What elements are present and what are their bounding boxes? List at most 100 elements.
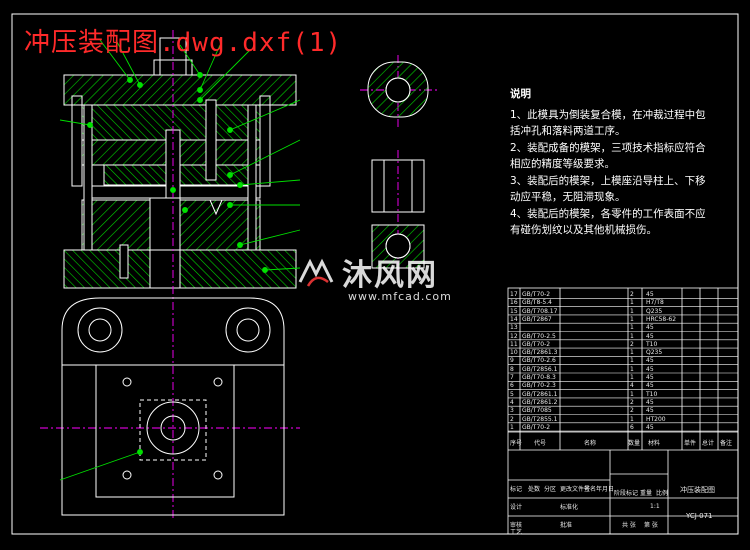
parts-cell: 2 (630, 407, 634, 415)
watermark-logo-icon (298, 258, 334, 287)
parts-cell: 1 (630, 299, 634, 307)
titleblock-label: 签名 (584, 486, 597, 493)
parts-cell: Q235 (646, 349, 663, 357)
parts-cell: H7/T8 (646, 299, 664, 307)
parts-cell: 1 (630, 390, 634, 398)
titleblock-label: 分区 (544, 486, 557, 493)
watermark-url: www.mfcad.com (348, 290, 452, 303)
parts-header-cell: 名称 (584, 440, 597, 447)
parts-cell: 4 (510, 398, 514, 406)
drawing-title: 冲压装配图.dwg.dxf(1) (24, 28, 343, 58)
parts-cell: 7 (510, 374, 514, 381)
parts-cell: 1 (510, 423, 514, 431)
parts-cell: GB/T8-5.4 (522, 299, 552, 307)
parts-cell: 45 (646, 382, 654, 390)
parts-cell: 6 (630, 423, 634, 431)
parts-header-cell: 数量 (628, 440, 641, 447)
parts-cell: 2 (630, 398, 634, 406)
parts-cell: 1 (630, 349, 634, 357)
parts-cell: 2 (630, 291, 634, 298)
parts-cell: 2 (510, 415, 514, 423)
watermark-brand: 沐风网 (342, 258, 438, 293)
parts-cell: GB/T2861.3 (522, 349, 558, 357)
parts-cell: 1 (630, 357, 634, 365)
parts-cell: 1 (630, 332, 634, 340)
parts-header-cell: 总计 (702, 440, 715, 447)
parts-cell: 45 (646, 374, 654, 381)
parts-cell: T10 (646, 390, 658, 398)
parts-cell: 45 (646, 407, 654, 415)
titleblock-label: 工艺 (510, 529, 523, 536)
parts-cell: GB/T70-2.5 (522, 332, 556, 340)
titleblock-label: 年月日 (596, 486, 615, 493)
parts-cell: GB/T2855.1 (522, 415, 558, 423)
parts-cell: 3 (510, 407, 514, 415)
parts-cell: GB/T2867 (522, 315, 552, 323)
parts-cell: 13 (510, 324, 518, 332)
parts-cell: 1 (630, 315, 634, 323)
parts-cell: 1 (630, 324, 634, 332)
parts-cell: 4 (630, 382, 634, 390)
titleblock-label: 比例 (656, 490, 669, 497)
parts-cell: Q235 (646, 307, 663, 315)
titleblock-label: 第 张 (644, 522, 658, 529)
titleblock-label: 设计 (510, 504, 523, 511)
parts-cell: 45 (646, 324, 654, 332)
titleblock-label: 标准化 (560, 504, 579, 511)
parts-cell: 12 (510, 332, 518, 340)
parts-cell: GB/T70-2.6 (522, 357, 556, 365)
parts-header-cell: 单件 (684, 440, 697, 447)
parts-header-cell: 代号 (534, 440, 547, 447)
technical-notes: 说明 1、此模具为倒装复合模，在冲裁过程中包括冲孔和落料两道工序。 2、装配成备… (510, 86, 710, 239)
parts-header-cell: 备注 (720, 440, 733, 447)
titleblock-label: 重量 (640, 490, 653, 497)
parts-cell: GB/T70-2 (522, 423, 551, 431)
parts-cell: HT200 (646, 415, 666, 423)
notes-heading: 说明 (510, 88, 531, 100)
parts-cell: 16 (510, 299, 518, 307)
drawing-scale: 1:1 (650, 503, 660, 510)
drawing-name: 冲压装配图 (680, 486, 715, 494)
titleblock-label: 标记 (510, 486, 523, 493)
note-line-2: 2、装配成备的模架，三项技术指标应符合相应的精度等级要求。 (510, 141, 706, 171)
parts-cell: GB/T2861.1 (522, 390, 558, 398)
parts-cell: 5 (510, 390, 514, 398)
parts-cell: GB/T2861.2 (522, 398, 558, 406)
parts-cell: 1 (630, 307, 634, 315)
parts-cell: 1 (630, 415, 634, 423)
parts-cell: 11 (510, 340, 518, 348)
drawing-number: YCJ-071 (686, 512, 713, 520)
titleblock-label: 共 张 (622, 522, 636, 529)
parts-cell: T10 (646, 340, 658, 348)
parts-cell: GB/T70-8.3 (522, 374, 556, 381)
parts-cell: 1 (630, 365, 634, 373)
detail-ring-view (367, 61, 429, 118)
parts-cell: GB/T70-2 (522, 340, 551, 348)
parts-cell: 1 (630, 374, 634, 381)
titleblock-label: 批准 (560, 522, 573, 529)
parts-cell: 45 (646, 291, 654, 298)
parts-cell: 17 (510, 291, 518, 298)
parts-cell: 45 (646, 357, 654, 365)
parts-header-cell: 序号 (510, 440, 523, 447)
parts-cell: GB/T7085 (522, 407, 552, 415)
parts-cell: GB/T70-2 (522, 291, 551, 298)
parts-cell: 9 (510, 357, 514, 365)
note-line-1: 1、此模具为倒装复合模，在冲裁过程中包括冲孔和落料两道工序。 (510, 108, 706, 138)
parts-cell: 15 (510, 307, 518, 315)
parts-cell: 14 (510, 315, 518, 323)
parts-cell: GB/T708.17 (522, 307, 558, 315)
watermark: 沐风网 www.mfcad.com (296, 250, 452, 303)
parts-cell: 45 (646, 423, 654, 431)
parts-cell: 45 (646, 365, 654, 373)
parts-cell: 2 (630, 340, 634, 348)
titleblock-label: 处数 (528, 486, 541, 493)
parts-cell: 45 (646, 332, 654, 340)
titleblock-label: 阶段标记 (614, 490, 639, 497)
parts-cell: 6 (510, 382, 514, 390)
parts-cell: 8 (510, 365, 514, 373)
assembly-section-view (63, 37, 297, 289)
parts-cell: GB/T70-2.3 (522, 382, 556, 390)
note-line-3: 3、装配后的模架，上模座沿导柱上、下移动应平稳，无阻滞现象。 (510, 174, 706, 204)
parts-cell: HRC58-62 (646, 315, 677, 323)
